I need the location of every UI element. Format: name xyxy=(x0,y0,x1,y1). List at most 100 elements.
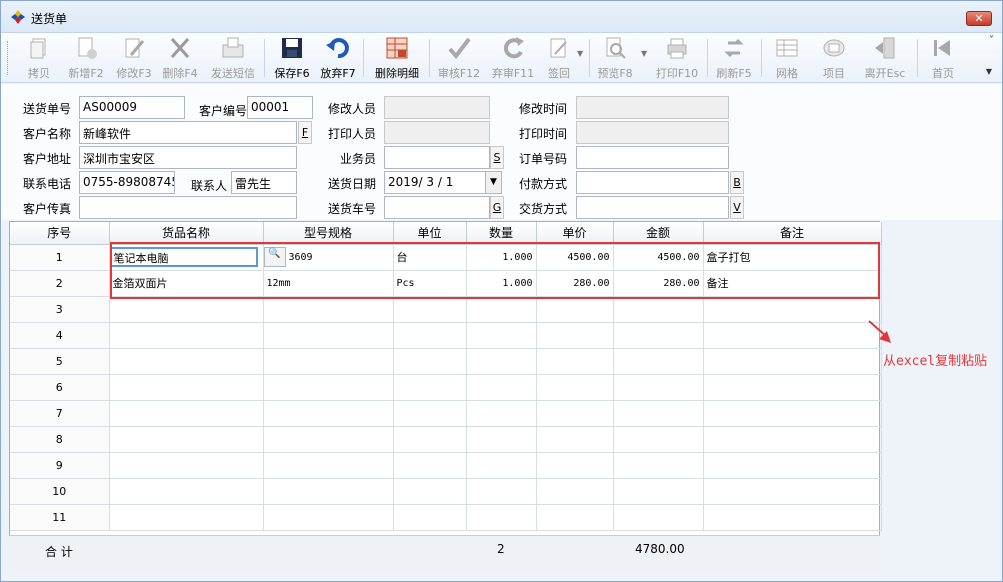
payment-lookup-button[interactable]: B xyxy=(730,171,744,194)
col-header-price[interactable]: 单价 xyxy=(536,222,614,245)
signback-dropdown-icon[interactable]: ▼ xyxy=(577,49,583,58)
name-cell[interactable] xyxy=(109,374,264,401)
amount-cell[interactable] xyxy=(613,400,704,427)
unit-cell[interactable]: Pcs xyxy=(393,270,467,297)
amount-cell[interactable]: 280.00 xyxy=(613,270,704,297)
unit-cell[interactable] xyxy=(393,426,467,453)
save-button[interactable]: 保存F6 xyxy=(271,35,313,81)
model-cell[interactable] xyxy=(263,374,394,401)
new-button[interactable]: 新增F2 xyxy=(65,35,107,81)
delivery-method-lookup-button[interactable]: V xyxy=(730,196,744,219)
table-row[interactable]: 4 xyxy=(10,322,882,349)
note-cell[interactable] xyxy=(703,322,882,349)
qty-cell[interactable] xyxy=(466,426,537,453)
qty-cell[interactable] xyxy=(466,400,537,427)
price-cell[interactable] xyxy=(536,426,614,453)
payment-field[interactable] xyxy=(576,171,729,194)
model-cell[interactable] xyxy=(263,322,394,349)
col-header-amount[interactable]: 金额 xyxy=(613,222,704,245)
order-no-field[interactable]: AS00009 xyxy=(79,96,185,119)
name-cell[interactable] xyxy=(109,426,264,453)
amount-cell[interactable] xyxy=(613,374,704,401)
unit-cell[interactable] xyxy=(393,478,467,505)
unit-cell[interactable] xyxy=(393,452,467,479)
col-header-unit[interactable]: 单位 xyxy=(393,222,467,245)
model-cell[interactable]: 🔍 3609 xyxy=(263,244,394,271)
send-sms-button[interactable]: 发送短信 xyxy=(207,35,259,81)
print-button[interactable]: 打印F10 xyxy=(653,35,701,81)
price-cell[interactable] xyxy=(536,478,614,505)
unit-cell[interactable] xyxy=(393,374,467,401)
table-row[interactable]: 3 xyxy=(10,296,882,323)
contact-field[interactable]: 雷先生 xyxy=(231,171,297,194)
qty-cell[interactable] xyxy=(466,452,537,479)
table-row[interactable]: 6 xyxy=(10,374,882,401)
salesman-lookup-button[interactable]: S xyxy=(490,146,504,169)
customer-code-field[interactable]: 00001 xyxy=(247,96,313,119)
table-row[interactable]: 10 xyxy=(10,478,882,505)
phone-field[interactable]: 0755-89808745 xyxy=(79,171,175,194)
qty-cell[interactable]: 1.000 xyxy=(466,270,537,297)
model-cell[interactable] xyxy=(263,478,394,505)
name-cell[interactable] xyxy=(109,478,264,505)
note-cell[interactable] xyxy=(703,400,882,427)
qty-cell[interactable] xyxy=(466,348,537,375)
unapprove-button[interactable]: 弃审F11 xyxy=(489,35,537,81)
price-cell[interactable] xyxy=(536,374,614,401)
customer-lookup-button[interactable]: F xyxy=(298,121,312,144)
amount-cell[interactable]: 4500.00 xyxy=(613,244,704,271)
price-cell[interactable] xyxy=(536,296,614,323)
search-icon[interactable]: 🔍 xyxy=(263,247,286,267)
qty-cell[interactable] xyxy=(466,296,537,323)
price-cell[interactable] xyxy=(536,348,614,375)
col-header-name[interactable]: 货品名称 xyxy=(109,222,264,245)
table-row[interactable]: 11 xyxy=(10,504,882,531)
table-row[interactable]: 9 xyxy=(10,452,882,479)
model-cell[interactable] xyxy=(263,504,394,531)
qty-cell[interactable] xyxy=(466,504,537,531)
model-cell[interactable]: 12mm xyxy=(263,270,394,297)
amount-cell[interactable] xyxy=(613,426,704,453)
preview-dropdown-icon[interactable]: ▼ xyxy=(641,49,647,58)
po-no-field[interactable] xyxy=(576,146,729,169)
price-cell[interactable] xyxy=(536,504,614,531)
amount-cell[interactable] xyxy=(613,348,704,375)
amount-cell[interactable] xyxy=(613,296,704,323)
unit-cell[interactable] xyxy=(393,348,467,375)
name-cell-editor[interactable]: 笔记本电脑 xyxy=(109,247,258,267)
note-cell[interactable]: 盒子打包 xyxy=(703,244,882,271)
name-cell[interactable]: 金箔双面片 xyxy=(109,270,264,297)
copy-button[interactable]: 拷贝 xyxy=(19,35,59,81)
truck-field[interactable] xyxy=(384,196,490,219)
note-cell[interactable] xyxy=(703,452,882,479)
signback-button[interactable]: 签回 xyxy=(541,35,577,81)
price-cell[interactable] xyxy=(536,322,614,349)
unit-cell[interactable] xyxy=(393,322,467,349)
table-row[interactable]: 1 笔记本电脑 🔍 3609 台 1.000 4500.00 4500.00 盒子… xyxy=(10,244,882,271)
note-cell[interactable]: 备注 xyxy=(703,270,882,297)
date-dropdown-icon[interactable]: ▼ xyxy=(485,172,501,193)
name-cell[interactable] xyxy=(109,400,264,427)
note-cell[interactable] xyxy=(703,478,882,505)
first-page-button[interactable]: 首页 xyxy=(923,35,963,81)
table-row[interactable]: 2 金箔双面片 12mm Pcs 1.000 280.00 280.00 备注 xyxy=(10,270,882,297)
items-button[interactable]: 项目 xyxy=(815,35,853,81)
unit-cell[interactable] xyxy=(393,296,467,323)
salesman-field[interactable] xyxy=(384,146,490,169)
amount-cell[interactable] xyxy=(613,322,704,349)
approve-button[interactable]: 审核F12 xyxy=(435,35,483,81)
model-cell[interactable] xyxy=(263,400,394,427)
col-header-qty[interactable]: 数量 xyxy=(466,222,537,245)
preview-button[interactable]: 预览F8 xyxy=(595,35,635,81)
col-header-model[interactable]: 型号规格 xyxy=(263,222,394,245)
table-row[interactable]: 8 xyxy=(10,426,882,453)
price-cell[interactable] xyxy=(536,400,614,427)
amount-cell[interactable] xyxy=(613,478,704,505)
discard-button[interactable]: 放弃F7 xyxy=(317,35,359,81)
toolbar-overflow-icon[interactable]: ˅ xyxy=(989,35,994,46)
note-cell[interactable] xyxy=(703,374,882,401)
delivery-date-field[interactable]: 2019/ 3 / 1 ▼ xyxy=(384,171,502,194)
edit-button[interactable]: 修改F3 xyxy=(113,35,155,81)
qty-cell[interactable] xyxy=(466,374,537,401)
name-cell[interactable] xyxy=(109,452,264,479)
